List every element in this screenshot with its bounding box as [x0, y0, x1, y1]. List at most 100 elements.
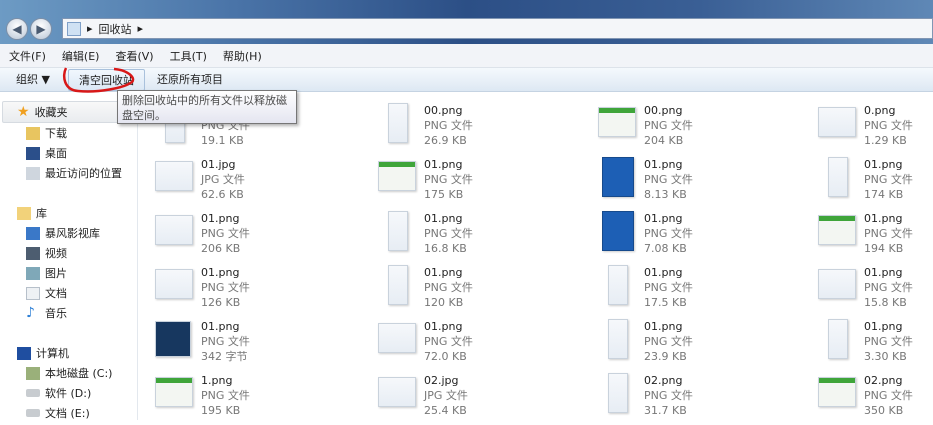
sidebar-libraries[interactable]: 库 — [17, 205, 47, 221]
sidebar-item-drive-e[interactable]: 文档 (E:) — [26, 405, 90, 421]
file-item[interactable]: 02.png PNG 文件 350 KB — [818, 373, 933, 425]
file-details: 0.png PNG 文件 1.29 KB — [864, 103, 913, 148]
file-size: 175 KB — [424, 188, 464, 201]
forward-button[interactable]: ▶ — [30, 18, 52, 40]
recycle-bin-icon — [67, 21, 81, 36]
file-thumbnail-icon — [608, 373, 628, 413]
file-thumbnail-icon — [388, 103, 408, 143]
file-item[interactable]: 01.png PNG 文件 175 KB — [378, 157, 588, 209]
menu-file[interactable]: 文件(F) — [0, 48, 53, 64]
sidebar-item-documents[interactable]: 文档 — [26, 285, 67, 301]
file-item[interactable]: 01.png PNG 文件 15.8 KB — [818, 265, 933, 317]
file-size: 31.7 KB — [644, 404, 687, 417]
file-item[interactable]: 01.png PNG 文件 23.9 KB — [598, 319, 808, 371]
sidebar-item-recent[interactable]: 最近访问的位置 — [26, 165, 122, 181]
file-type: PNG 文件 — [424, 335, 473, 348]
menu-view[interactable]: 查看(V) — [106, 48, 160, 64]
file-size: 25.4 KB — [424, 404, 467, 417]
file-name: 01.png — [201, 320, 240, 333]
sidebar-favorites[interactable]: ★ 收藏夹 — [2, 101, 136, 123]
file-name: 01.png — [644, 266, 683, 279]
file-type: PNG 文件 — [424, 281, 473, 294]
sidebar-item-music[interactable]: ♪ 音乐 — [26, 305, 67, 321]
file-item[interactable]: 00.png PNG 文件 204 KB — [598, 103, 808, 155]
file-thumbnail-icon — [388, 211, 408, 251]
menu-tools[interactable]: 工具(T) — [161, 48, 214, 64]
system-drive-icon — [26, 366, 40, 380]
file-name: 01.png — [864, 212, 903, 225]
file-details: 02.png PNG 文件 350 KB — [864, 373, 913, 418]
file-thumbnail-icon — [828, 319, 848, 359]
file-type: PNG 文件 — [864, 281, 913, 294]
music-note-icon: ♪ — [26, 305, 35, 321]
file-thumbnail-icon — [155, 321, 191, 357]
restore-all-button[interactable]: 还原所有项目 — [145, 69, 233, 91]
breadcrumb-chevron-icon[interactable]: ▸ — [138, 22, 144, 35]
sidebar-item-downloads[interactable]: 下载 — [26, 125, 67, 141]
file-item[interactable]: 01.png PNG 文件 72.0 KB — [378, 319, 588, 371]
file-name: 01.png — [424, 158, 463, 171]
file-item[interactable]: 01.png PNG 文件 194 KB — [818, 211, 933, 263]
menu-help[interactable]: 帮助(H) — [214, 48, 269, 64]
sidebar-label: 最近访问的位置 — [45, 167, 122, 180]
video-library-icon — [26, 226, 40, 240]
file-thumbnail-icon — [828, 157, 848, 197]
file-thumbnail-icon — [608, 319, 628, 359]
file-item[interactable]: 01.png PNG 文件 8.13 KB — [598, 157, 808, 209]
file-thumbnail-icon — [818, 107, 856, 137]
film-icon — [26, 246, 40, 260]
file-details: 01.png PNG 文件 120 KB — [424, 265, 473, 310]
file-item[interactable]: 0.png PNG 文件 1.29 KB — [818, 103, 933, 155]
file-item[interactable]: 02.jpg JPG 文件 25.4 KB — [378, 373, 588, 425]
file-item[interactable]: 01.png PNG 文件 7.08 KB — [598, 211, 808, 263]
file-name: 01.jpg — [201, 158, 236, 171]
file-item[interactable]: 1.png PNG 文件 195 KB — [155, 373, 365, 425]
sidebar-item-drive-c[interactable]: 本地磁盘 (C:) — [26, 365, 112, 381]
file-item[interactable]: 01.png PNG 文件 17.5 KB — [598, 265, 808, 317]
file-type: PNG 文件 — [864, 173, 913, 186]
breadcrumb-recycle-bin[interactable]: 回收站 — [99, 21, 132, 37]
file-type: PNG 文件 — [644, 281, 693, 294]
file-type: JPG 文件 — [201, 173, 245, 186]
file-name: 01.png — [201, 212, 240, 225]
file-name: 0.png — [864, 104, 896, 117]
file-item[interactable]: 01.png PNG 文件 3.30 KB — [818, 319, 933, 371]
file-type: PNG 文件 — [864, 335, 913, 348]
file-name: 01.png — [424, 266, 463, 279]
file-name: 01.png — [864, 320, 903, 333]
file-type: PNG 文件 — [864, 119, 913, 132]
picture-icon — [26, 266, 40, 280]
file-thumbnail-icon — [388, 265, 408, 305]
file-size: 342 字节 — [201, 350, 248, 363]
file-item[interactable]: 00.png PNG 文件 26.9 KB — [378, 103, 588, 155]
file-details: 01.png PNG 文件 3.30 KB — [864, 319, 913, 364]
file-item[interactable]: 01.png PNG 文件 120 KB — [378, 265, 588, 317]
file-item[interactable]: 01.jpg JPG 文件 62.6 KB — [155, 157, 365, 209]
file-type: PNG 文件 — [644, 227, 693, 240]
file-details: 01.png PNG 文件 175 KB — [424, 157, 473, 202]
file-item[interactable]: 01.png PNG 文件 342 字节 — [155, 319, 365, 371]
sidebar-item-drive-d[interactable]: 软件 (D:) — [26, 385, 91, 401]
back-button[interactable]: ◀ — [6, 18, 28, 40]
sidebar-item-videos[interactable]: 视频 — [26, 245, 67, 261]
sidebar-item-baofeng[interactable]: 暴风影视库 — [26, 225, 100, 241]
file-item[interactable]: 01.png PNG 文件 126 KB — [155, 265, 365, 317]
file-item[interactable]: 01.png PNG 文件 16.8 KB — [378, 211, 588, 263]
sidebar-item-pictures[interactable]: 图片 — [26, 265, 67, 281]
address-bar[interactable]: ▸ 回收站 ▸ — [62, 18, 933, 39]
organize-button[interactable]: 组织 ▼ — [0, 69, 60, 91]
star-icon: ★ — [17, 104, 30, 120]
sidebar-computer[interactable]: 计算机 — [17, 345, 69, 361]
sidebar-label: 文档 — [45, 287, 67, 300]
file-size: 204 KB — [644, 134, 684, 147]
sidebar-item-desktop[interactable]: 桌面 — [26, 145, 67, 161]
file-item[interactable]: 02.png PNG 文件 31.7 KB — [598, 373, 808, 425]
file-thumbnail-icon — [598, 107, 636, 137]
file-details: 02.png PNG 文件 31.7 KB — [644, 373, 693, 418]
file-item[interactable]: 01.png PNG 文件 174 KB — [818, 157, 933, 209]
empty-recycle-bin-button[interactable]: 清空回收站 — [67, 68, 145, 91]
file-name: 01.png — [644, 212, 683, 225]
file-type: PNG 文件 — [201, 389, 250, 402]
menu-edit[interactable]: 编辑(E) — [53, 48, 107, 64]
file-item[interactable]: 01.png PNG 文件 206 KB — [155, 211, 365, 263]
